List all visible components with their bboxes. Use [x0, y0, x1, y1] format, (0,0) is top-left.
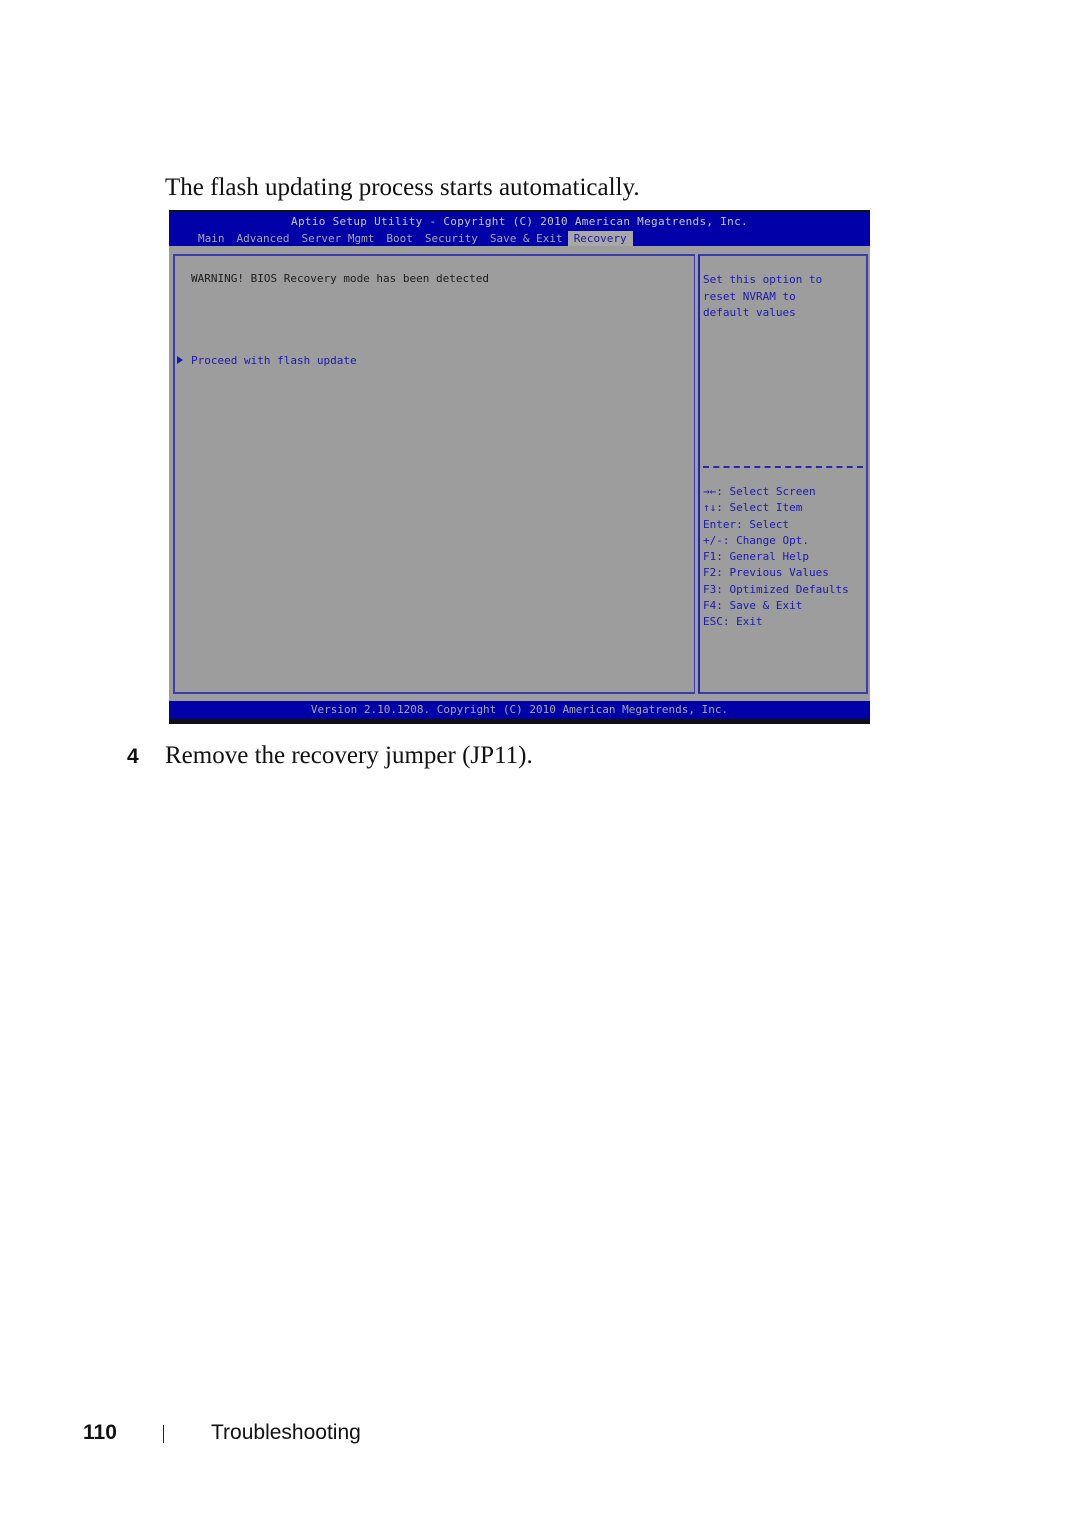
- bios-footer: Version 2.10.1208. Copyright (C) 2010 Am…: [169, 701, 870, 719]
- tab-recovery[interactable]: Recovery: [567, 231, 633, 247]
- submenu-arrow-icon: [177, 356, 183, 364]
- step-number: 4: [127, 745, 139, 768]
- key-esc-exit: ESC: Exit: [703, 615, 763, 629]
- key-optimized-defaults: F3: Optimized Defaults: [703, 582, 849, 596]
- bios-tab-bar: Main Advanced Server Mgmt Boot Security …: [196, 231, 638, 247]
- help-line: Set this option to: [703, 273, 823, 286]
- key-save-exit: F4: Save & Exit: [703, 599, 803, 613]
- key-enter-select: Enter: Select: [703, 517, 790, 531]
- page-number: 110: [83, 1421, 117, 1444]
- step-item: 4 Remove the recovery jumper (JP11).: [127, 742, 533, 770]
- key-select-item: ↑↓: Select Item: [703, 501, 803, 515]
- proceed-flash-update-item[interactable]: Proceed with flash update: [177, 354, 357, 367]
- section-name: Troubleshooting: [211, 1421, 361, 1444]
- bios-title: Aptio Setup Utility - Copyright (C) 2010…: [291, 215, 748, 228]
- bios-header: Aptio Setup Utility - Copyright (C) 2010…: [169, 212, 870, 247]
- footer-separator: [163, 1425, 164, 1443]
- tab-boot[interactable]: Boot: [384, 231, 418, 247]
- key-previous-values: F2: Previous Values: [703, 566, 829, 580]
- bios-body: WARNING! BIOS Recovery mode has been det…: [169, 246, 870, 694]
- key-change-opt: +/-: Change Opt.: [703, 533, 809, 547]
- key-legend: →←: Select Screen ↑↓: Select Item Enter:…: [703, 484, 849, 631]
- tab-server-mgmt[interactable]: Server Mgmt: [299, 231, 379, 247]
- recovery-warning: WARNING! BIOS Recovery mode has been det…: [191, 272, 490, 285]
- menu-item-label: Proceed with flash update: [191, 354, 357, 367]
- bios-main-panel: WARNING! BIOS Recovery mode has been det…: [173, 254, 695, 694]
- bios-version-text: Version 2.10.1208. Copyright (C) 2010 Am…: [310, 703, 729, 716]
- intro-paragraph: The flash updating process starts automa…: [165, 174, 640, 201]
- help-line: default values: [703, 306, 796, 319]
- help-divider: [703, 466, 863, 468]
- tab-security[interactable]: Security: [423, 231, 483, 247]
- tab-main[interactable]: Main: [196, 231, 230, 247]
- bios-screenshot: Aptio Setup Utility - Copyright (C) 2010…: [169, 210, 870, 724]
- tab-save-exit[interactable]: Save & Exit: [488, 231, 568, 247]
- key-select-screen: →←: Select Screen: [703, 485, 816, 498]
- bios-bottom-border: [169, 719, 870, 724]
- help-line: reset NVRAM to: [703, 289, 796, 303]
- key-general-help: F1: General Help: [703, 550, 809, 564]
- bios-help-panel: Set this option to reset NVRAM to defaul…: [698, 254, 868, 694]
- step-text: Remove the recovery jumper (JP11).: [165, 742, 533, 769]
- tab-advanced[interactable]: Advanced: [235, 231, 295, 247]
- help-description: Set this option to reset NVRAM to defaul…: [703, 272, 822, 322]
